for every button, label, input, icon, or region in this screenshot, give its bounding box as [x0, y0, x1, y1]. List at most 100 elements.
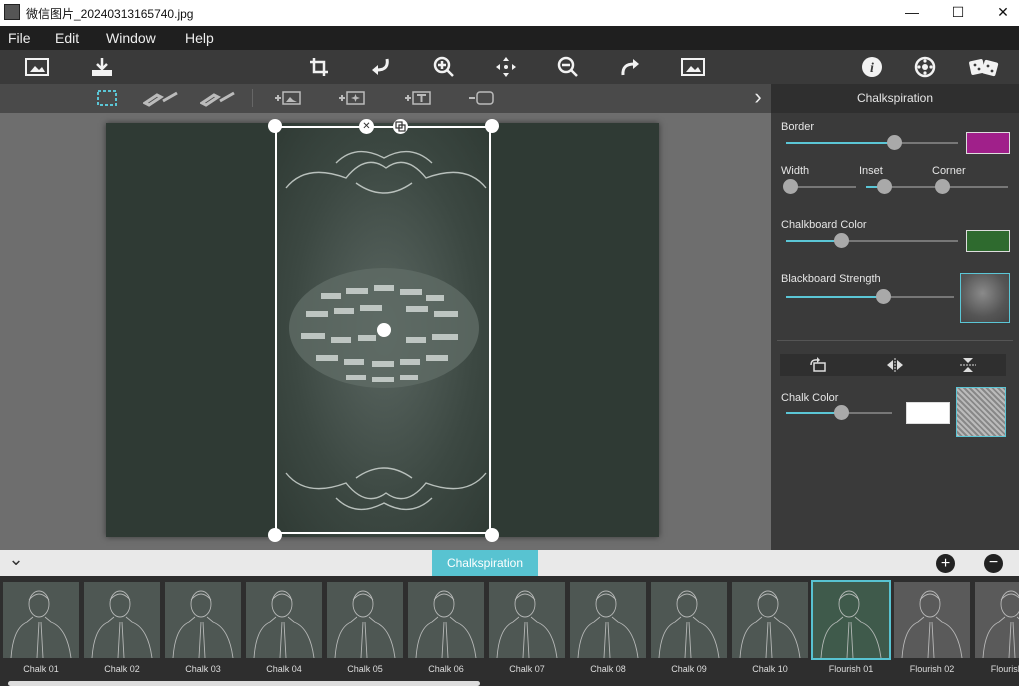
crop-handle-bottom-left[interactable]	[268, 528, 282, 542]
menu-help[interactable]: Help	[185, 30, 214, 46]
preset-label: Chalk 04	[266, 664, 302, 674]
move-icon[interactable]	[494, 56, 518, 78]
chalk-texture-thumbnail[interactable]	[956, 387, 1006, 437]
download-icon[interactable]	[89, 56, 115, 78]
blackboard-texture-thumbnail[interactable]	[960, 273, 1010, 323]
tab-chalkspiration[interactable]: Chalkspiration	[432, 550, 538, 576]
rotate-texture-icon[interactable]	[808, 357, 828, 373]
sub-toolbar: ›	[0, 84, 771, 113]
preset-thumbnail[interactable]	[894, 582, 970, 658]
preset-thumbnail[interactable]	[327, 582, 403, 658]
maximize-button[interactable]: ☐	[935, 0, 981, 26]
preset-thumbnail[interactable]	[408, 582, 484, 658]
chalk-color-label: Chalk Color	[781, 392, 839, 404]
slider-knob[interactable]	[834, 233, 850, 248]
preset-thumbnail[interactable]	[651, 582, 727, 658]
remove-layer-icon[interactable]	[467, 89, 495, 107]
add-preset-button[interactable]: +	[936, 554, 955, 573]
flip-horizontal-icon[interactable]	[885, 357, 905, 373]
info-icon[interactable]: i	[860, 56, 884, 78]
transform-buttons-row	[780, 354, 1006, 376]
portrait-sketch-icon	[91, 590, 153, 658]
menu-file[interactable]: File	[8, 30, 31, 46]
menu-edit[interactable]: Edit	[55, 30, 79, 46]
crop-handle-bottom-right[interactable]	[485, 528, 499, 542]
crop-close-icon[interactable]: ✕	[359, 119, 374, 134]
width-slider[interactable]	[782, 179, 856, 194]
brush-icon[interactable]	[142, 89, 181, 107]
preset-thumbnail[interactable]	[246, 582, 322, 658]
inset-slider[interactable]	[866, 179, 936, 194]
portrait-sketch-icon	[496, 590, 558, 658]
corner-slider[interactable]	[934, 179, 1008, 194]
preset-thumbnail[interactable]	[165, 582, 241, 658]
preset-label: Chalk 03	[185, 664, 221, 674]
portrait-sketch-icon	[658, 590, 720, 658]
slider-knob[interactable]	[782, 179, 798, 194]
minimize-button[interactable]: —	[889, 0, 935, 26]
remove-preset-button[interactable]: −	[984, 554, 1003, 573]
add-image-layer-icon[interactable]	[272, 89, 302, 107]
preset-label: Chalk 09	[671, 664, 707, 674]
portrait-sketch-icon	[172, 590, 234, 658]
preset-thumbnail[interactable]	[84, 582, 160, 658]
portrait-sketch-icon	[10, 590, 72, 658]
menu-window[interactable]: Window	[106, 30, 156, 46]
chalkboard-color-swatch[interactable]	[966, 230, 1010, 252]
menu-bar: File Edit Window Help	[0, 26, 1019, 50]
settings-icon[interactable]	[913, 56, 937, 78]
preset-label: Chalk 02	[104, 664, 140, 674]
slider-fill	[786, 412, 842, 414]
portrait-sketch-icon	[577, 590, 639, 658]
dice-icon[interactable]	[968, 56, 1000, 78]
add-effect-layer-icon[interactable]	[336, 89, 366, 107]
preset-thumbnail[interactable]	[489, 582, 565, 658]
slider-knob[interactable]	[876, 289, 892, 304]
panel-divider	[777, 340, 1013, 341]
crop-duplicate-icon[interactable]	[393, 119, 408, 134]
select-rect-icon[interactable]	[96, 89, 118, 107]
preset-thumbnail[interactable]	[3, 582, 79, 658]
border-slider[interactable]	[786, 135, 958, 150]
border-color-swatch[interactable]	[966, 132, 1010, 154]
crop-handle-top-left[interactable]	[268, 119, 282, 133]
chalk-color-swatch[interactable]	[906, 402, 950, 424]
image-canvas[interactable]: ✕	[0, 113, 771, 550]
preset-thumbnail[interactable]	[570, 582, 646, 658]
blackboard-strength-label: Blackboard Strength	[781, 273, 881, 285]
preset-thumbnail[interactable]	[811, 580, 891, 660]
filmstrip-scrollbar[interactable]	[8, 681, 480, 686]
toolbar-divider	[252, 89, 253, 107]
close-button[interactable]: ✕	[980, 0, 1019, 26]
expand-panel-button[interactable]: ›	[750, 86, 766, 110]
chalkboard-color-slider[interactable]	[786, 233, 958, 248]
preset-thumbnail[interactable]	[975, 582, 1019, 658]
preset-thumbnail[interactable]	[732, 582, 808, 658]
chalk-color-slider[interactable]	[786, 405, 892, 420]
crop-icon[interactable]	[308, 56, 332, 78]
slider-fill	[786, 240, 842, 242]
rotate-left-icon[interactable]	[369, 56, 393, 78]
border-label: Border	[781, 121, 815, 133]
preset-label: Flourish 02	[909, 664, 955, 674]
title-bar: 微信图片_20240313165740.jpg — ☐ ✕	[0, 0, 1019, 26]
blackboard-strength-slider[interactable]	[786, 289, 954, 304]
image-open-icon[interactable]	[24, 56, 50, 78]
slider-knob[interactable]	[834, 405, 850, 420]
fit-image-icon[interactable]	[680, 56, 706, 78]
crop-handle-top-right[interactable]	[485, 119, 499, 133]
eraser-brush-icon[interactable]	[199, 89, 236, 107]
crop-center-handle[interactable]	[377, 323, 391, 337]
slider-knob[interactable]	[934, 179, 950, 194]
slider-knob[interactable]	[887, 135, 903, 150]
collapse-presets-button[interactable]: ⌄	[8, 550, 24, 576]
flip-vertical-icon[interactable]	[958, 357, 978, 373]
svg-text:i: i	[870, 61, 874, 76]
portrait-sketch-icon	[982, 590, 1019, 658]
zoom-in-icon[interactable]	[432, 56, 456, 78]
add-text-layer-icon[interactable]	[402, 89, 432, 107]
preset-label: Chalk 06	[428, 664, 464, 674]
rotate-right-icon[interactable]	[618, 56, 642, 78]
zoom-out-icon[interactable]	[556, 56, 580, 78]
slider-knob[interactable]	[876, 179, 892, 194]
